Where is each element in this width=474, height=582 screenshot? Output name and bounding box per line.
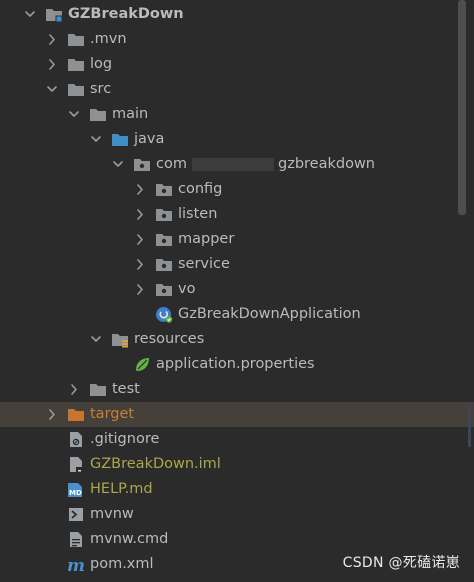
tree-item-vo[interactable]: vo [0,277,474,302]
chevron-right-icon[interactable] [134,227,146,252]
svg-text:m: m [67,556,85,573]
spring-boot-class-icon [155,306,173,323]
tree-item-config[interactable]: config [0,177,474,202]
tree-item-mvn[interactable]: .mvn [0,27,474,52]
tree-item-label: GzBreakDownApplication [178,306,361,322]
maven-pom-icon: m [67,556,85,576]
tree-item-service[interactable]: service [0,252,474,277]
chevron-down-icon[interactable] [24,2,36,27]
scrollbar-marker [468,405,471,447]
chevron-right-icon[interactable] [46,52,58,77]
tree-item-java[interactable]: java [0,127,474,152]
text-file-icon [67,531,85,548]
tree-item-test[interactable]: test [0,377,474,402]
tree-item-gzbreakdown-iml[interactable]: GZBreakDown.iml [0,452,474,477]
tree-item-mvnw-cmd[interactable]: mvnw.cmd [0,527,474,552]
folder-icon [89,106,107,123]
tree-item-target[interactable]: target [0,402,474,427]
tree-item-label: log [90,56,113,72]
tree-item-gitignore[interactable]: .gitignore [0,427,474,452]
package-icon [155,281,173,298]
chevron-right-icon[interactable] [46,402,58,427]
chevron-right-icon[interactable] [134,252,146,277]
vertical-scrollbar[interactable] [458,0,466,215]
tree-item-label: resources [134,331,205,347]
shell-script-icon [67,506,85,523]
markdown-file-icon: MD [67,481,85,498]
tree-item-src[interactable]: src [0,77,474,102]
chevron-down-icon[interactable] [90,327,102,352]
tree-item-gzbreakdownapplication[interactable]: GzBreakDownApplication [0,302,474,327]
tree-item-label: vo [178,281,196,297]
tree-item-gzbreakdown[interactable]: GZBreakDown [0,2,474,27]
chevron-right-icon[interactable] [134,177,146,202]
tree-item-label: listen [178,206,218,222]
redacted-region [192,158,274,171]
chevron-down-icon[interactable] [46,77,58,102]
tree-item-listen[interactable]: listen [0,202,474,227]
tree-item-label: pom.xml [90,556,154,572]
svg-text:MD: MD [69,489,82,497]
chevron-right-icon[interactable] [134,277,146,302]
tree-item-label: .mvn [90,31,127,47]
package-icon [155,231,173,248]
chevron-down-icon[interactable] [112,152,124,177]
tree-item-label: GZBreakDown.iml [90,456,221,472]
tree-item-label: GZBreakDown [68,6,184,22]
chevron-down-icon[interactable] [68,102,80,127]
resources-folder-icon [111,331,129,348]
module-folder-icon [45,6,63,23]
iml-file-icon [67,456,85,473]
tree-item-package-root[interactable]: com gzbreakdown [0,152,474,177]
tree-item-application-properties[interactable]: application.properties [0,352,474,377]
tree-item-main[interactable]: main [0,102,474,127]
tree-item-label: config [178,181,223,197]
tree-item-label: service [178,256,230,272]
tree-item-label: application.properties [156,356,315,372]
tree-item-label: main [112,106,149,122]
tree-item-label: HELP.md [90,481,153,497]
tree-item-label: mvnw [90,506,134,522]
tree-item-label: target [90,406,135,422]
tree-item-log[interactable]: log [0,52,474,77]
tree-item-mvnw[interactable]: mvnw [0,502,474,527]
project-tree: GZBreakDown .mvn log src main java com gzbreakd… [0,0,474,582]
chevron-right-icon[interactable] [46,27,58,52]
tree-item-label: java [134,131,165,147]
folder-icon [89,381,107,398]
chevron-right-icon[interactable] [68,377,80,402]
spring-properties-icon [133,356,151,373]
tree-item-label: test [112,381,140,397]
gitignore-file-icon [67,431,85,448]
excluded-folder-icon [67,406,85,423]
tree-item-help-md[interactable]: MD HELP.md [0,477,474,502]
watermark-text: CSDN @死磕诺崽 [342,555,460,571]
folder-icon [67,81,85,98]
folder-icon [67,56,85,73]
package-icon [155,181,173,198]
tree-item-label: mvnw.cmd [90,531,169,547]
tree-item-label: src [90,81,112,97]
chevron-down-icon[interactable] [90,127,102,152]
tree-item-label: mapper [178,231,235,247]
tree-item-mapper[interactable]: mapper [0,227,474,252]
tree-item-label: .gitignore [90,431,160,447]
folder-icon [67,31,85,48]
tree-item-label-suffix: gzbreakdown [278,156,375,172]
package-icon [133,156,151,173]
source-folder-icon [111,131,129,148]
package-icon [155,206,173,223]
chevron-right-icon[interactable] [134,202,146,227]
tree-item-resources[interactable]: resources [0,327,474,352]
package-icon [155,256,173,273]
tree-item-label: com [156,156,187,172]
